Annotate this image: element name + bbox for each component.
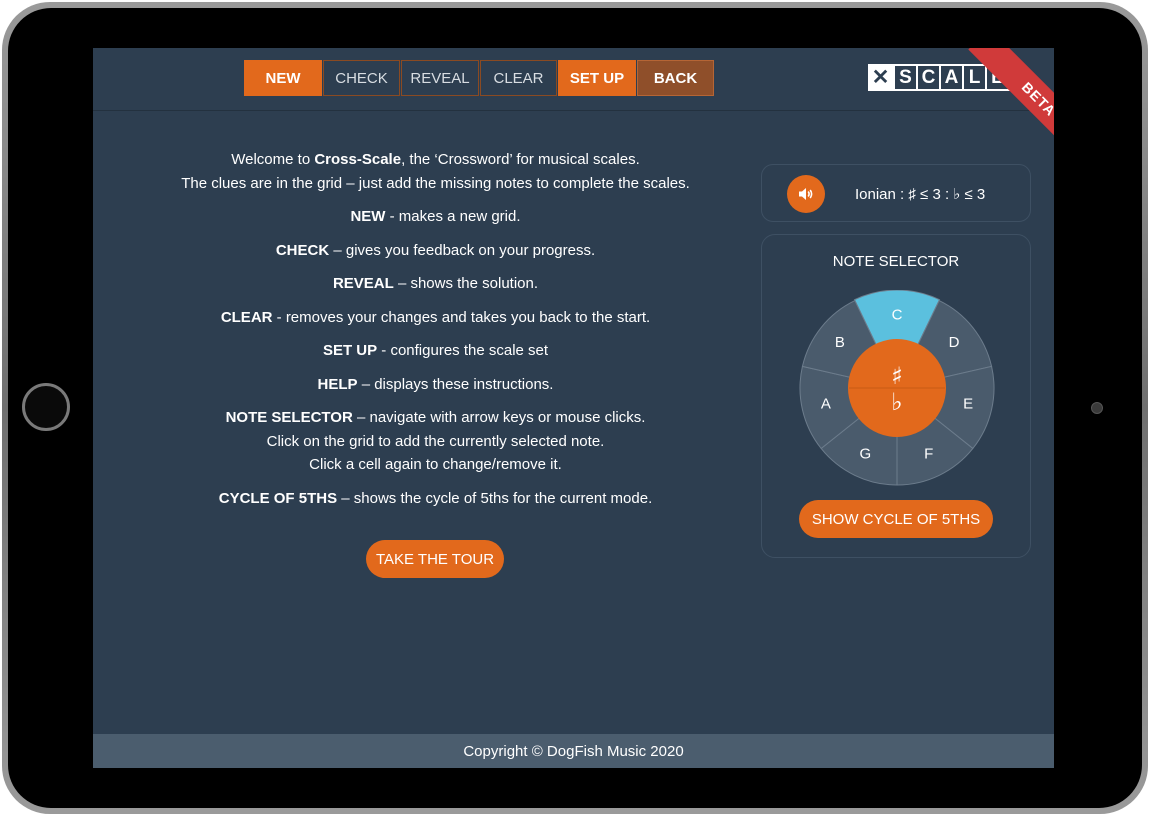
back-button[interactable]: BACK xyxy=(637,60,714,96)
note-label-g: G xyxy=(859,445,871,462)
instruction-cycle: CYCLE OF 5THS – shows the cycle of 5ths … xyxy=(218,489,653,507)
camera-icon xyxy=(1091,402,1103,414)
instruction-note-line3: Click a cell again to change/remove it. xyxy=(309,456,562,473)
note-label-d: D xyxy=(949,334,960,351)
toolbar: NEW CHECK REVEAL CLEAR SET UP BACK ✕ S C… xyxy=(93,48,1054,111)
instruction-reveal: REVEAL – shows the solution. xyxy=(332,275,539,292)
instruction-new: NEW - makes a new grid. xyxy=(350,208,521,225)
welcome-line: Welcome to Cross-Scale, the ‘Crossword’ … xyxy=(231,151,640,168)
flat-button[interactable]: ♭ xyxy=(891,388,902,416)
sharp-button[interactable]: ♯ xyxy=(891,362,903,390)
note-label-f: F xyxy=(924,445,933,462)
setup-button[interactable]: SET UP xyxy=(558,60,636,96)
check-button[interactable]: CHECK xyxy=(323,60,400,96)
instruction-check: CHECK – gives you feedback on your progr… xyxy=(275,241,596,259)
note-wheel: ♯ ♭ C D E F G A B xyxy=(799,290,995,486)
footer: Copyright © DogFish Music 2020 xyxy=(93,734,1054,768)
note-label-c: C xyxy=(892,307,903,324)
instruction-note-selector: NOTE SELECTOR – navigate with arrow keys… xyxy=(225,409,646,426)
app-screen: NEW CHECK REVEAL CLEAR SET UP BACK ✕ S C… xyxy=(93,48,1054,768)
clues-line: The clues are in the grid – just add the… xyxy=(181,174,690,192)
logo-letter: S xyxy=(893,64,918,91)
home-button[interactable] xyxy=(22,383,70,431)
new-button[interactable]: NEW xyxy=(244,60,322,96)
note-label-a: A xyxy=(821,396,831,413)
instruction-setup: SET UP - configures the scale set xyxy=(322,342,549,359)
show-cycle-of-fifths-button[interactable]: SHOW CYCLE OF 5THS xyxy=(799,500,993,538)
logo-x-mark: ✕ xyxy=(868,64,893,91)
beta-label: BETA xyxy=(968,48,1054,170)
instruction-clear: CLEAR - removes your changes and takes y… xyxy=(220,308,651,326)
clear-button[interactable]: CLEAR xyxy=(480,60,557,96)
note-selector-panel: NOTE SELECTOR ♯ ♭ C D E F G A B SHOW CYCLE OF … xyxy=(761,234,1031,558)
note-selector-title: NOTE SELECTOR xyxy=(832,253,960,270)
note-label-e: E xyxy=(963,396,973,413)
note-label-b: B xyxy=(835,334,845,351)
beta-ribbon: BETA xyxy=(924,48,1054,178)
play-scale-button[interactable] xyxy=(787,175,825,213)
instruction-note-line2: Click on the grid to add the currently s… xyxy=(266,432,605,450)
reveal-button[interactable]: REVEAL xyxy=(401,60,479,96)
copyright-text: Copyright © DogFish Music 2020 xyxy=(463,742,684,760)
take-the-tour-button[interactable]: TAKE THE TOUR xyxy=(366,540,504,578)
instructions: Welcome to Cross-Scale, the ‘Crossword’ … xyxy=(123,148,748,510)
current-mode-label: Ionian : ♯ ≤ 3 : ♭ ≤ 3 xyxy=(855,186,986,203)
instruction-help: HELP – displays these instructions. xyxy=(317,375,554,393)
speaker-icon xyxy=(799,188,813,200)
